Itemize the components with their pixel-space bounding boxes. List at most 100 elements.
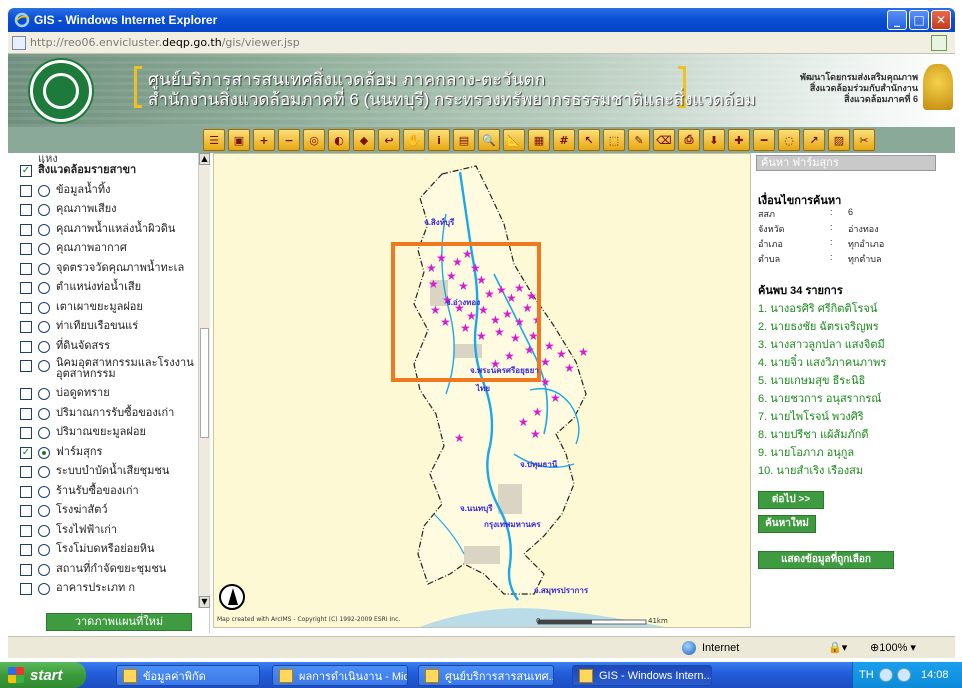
layer-checkbox[interactable] [20, 282, 32, 294]
layer-item[interactable]: จุดตรวจวัดคุณภาพน้ำทะเล [20, 261, 184, 279]
legend-icon[interactable]: ▣ [228, 129, 250, 151]
taskbar-item[interactable]: GIS - Windows Intern... [572, 665, 712, 686]
result-link[interactable]: 6. นายชวการ อนุสรากรณ์ [758, 389, 882, 407]
layer-radio[interactable] [38, 301, 50, 314]
layer-item[interactable]: ร้านรับซื้อของเก่า [20, 484, 139, 502]
url-text[interactable]: http://reo06.envicluster.deqp.go.th/gis/… [30, 36, 300, 49]
layer-radio[interactable] [38, 485, 50, 498]
pig-farm-marker[interactable]: ★ [518, 415, 529, 429]
show-selected-button[interactable]: แสดงข้อมูลที่ถูกเลือก [758, 551, 894, 569]
taskbar-item[interactable]: ข้อมูลค่าพิกัด [116, 665, 260, 686]
layer-checkbox[interactable] [20, 388, 32, 400]
layer-item[interactable]: นิคมอุตสาหกรรมและโรงงานอุตสาหกรรม [20, 358, 198, 380]
route-icon[interactable]: ↗ [803, 129, 825, 151]
layer-item[interactable]: ตำแหน่งท่อน้ำเสีย [20, 280, 141, 298]
buffer-icon[interactable]: ◌ [778, 129, 800, 151]
result-link[interactable]: 4. นายจิ๋ว แสงวิภาคนภาพร [758, 353, 886, 371]
export-icon[interactable]: ⬇ [703, 129, 725, 151]
refresh-icon[interactable] [931, 35, 947, 51]
result-link[interactable]: 8. นายปรีชา แผ้ส้มภักดี [758, 425, 869, 443]
print-icon[interactable]: ⎙ [678, 129, 700, 151]
list-icon[interactable]: ☰ [203, 129, 225, 151]
layer-checkbox[interactable] [20, 427, 32, 439]
minimize-button[interactable]: _ [887, 10, 907, 30]
layer-item[interactable]: โรงฆ่าสัตว์ [20, 503, 108, 521]
volume-icon[interactable] [897, 668, 911, 682]
result-link[interactable]: 7. นายไพโรจน์ พวงศิริ [758, 407, 864, 425]
layer-item[interactable]: คุณภาพอากาศ [20, 241, 127, 259]
layer-checkbox[interactable] [20, 184, 32, 197]
layer-checkbox[interactable] [20, 262, 32, 275]
layer-checkbox[interactable] [20, 204, 32, 216]
scroll-down-icon[interactable]: ▼ [199, 596, 210, 608]
pig-farm-marker[interactable]: ★ [550, 391, 561, 405]
layer-scrollbar[interactable]: ▲ ▼ [198, 153, 210, 608]
pig-farm-marker[interactable]: ★ [530, 427, 541, 441]
identify-icon[interactable]: i [428, 129, 450, 151]
add-line-icon[interactable]: ━ [753, 129, 775, 151]
layer-checkbox[interactable] [20, 544, 32, 556]
layer-radio[interactable] [38, 427, 50, 439]
layer-item[interactable]: ท่าเทียบเรือขนแร่ [20, 319, 138, 337]
select-icon[interactable]: ↖ [578, 129, 600, 151]
measure-icon[interactable]: 📐 [503, 129, 525, 151]
maximize-button[interactable]: □ [909, 10, 929, 30]
next-button[interactable]: ต่อไป >> [758, 491, 824, 509]
layer-radio[interactable] [38, 223, 50, 236]
layer-checkbox[interactable] [20, 505, 32, 517]
layer-radio[interactable] [38, 505, 50, 517]
result-link[interactable]: 9. นายโอภาภ อนุกูล [758, 443, 854, 461]
layer-item[interactable]: ที่ดินจัดสรร [20, 339, 110, 357]
layer-checkbox[interactable] [20, 223, 32, 236]
layer-checkbox[interactable] [20, 243, 32, 255]
layer-radio[interactable] [38, 282, 50, 294]
layer-radio[interactable] [38, 583, 50, 595]
layer-item[interactable]: ✓ ฟาร์มสุกร [20, 445, 102, 463]
result-link[interactable]: 2. นายธงชัย ฉัตรเจริญพร [758, 317, 879, 335]
pig-farm-marker[interactable]: ★ [540, 355, 551, 369]
close-button[interactable]: ✕ [931, 10, 951, 30]
result-link[interactable]: 1. นางอรศิริ ศรีกิตติโรจน์ [758, 299, 877, 317]
zoom-layer-icon[interactable]: ◐ [328, 129, 350, 151]
layer-item[interactable]: สถานที่กำจัดขยะชุมชน [20, 562, 166, 580]
layer-radio[interactable] [38, 466, 50, 478]
pig-farm-marker[interactable]: ★ [564, 361, 575, 375]
layer-radio[interactable] [38, 262, 50, 275]
scroll-thumb[interactable] [200, 328, 209, 438]
back-icon[interactable]: ↩ [378, 129, 400, 151]
layer-checkbox[interactable] [20, 301, 32, 314]
pan-icon[interactable]: ✋ [403, 129, 425, 151]
layer-radio[interactable] [38, 388, 50, 400]
layer-radio[interactable] [38, 544, 50, 556]
layer-checkbox[interactable] [20, 407, 32, 420]
layer-item[interactable]: ปริมาณขยะมูลฝอย [20, 425, 146, 443]
layer-checkbox[interactable] [20, 524, 32, 537]
layer-radio[interactable] [38, 360, 50, 372]
layer-radio[interactable] [38, 340, 50, 353]
layer-radio[interactable] [38, 204, 50, 216]
zoom-in-icon[interactable]: + [253, 129, 275, 151]
layer-checkbox[interactable]: ✓ [20, 165, 32, 177]
grid-icon[interactable]: # [553, 129, 575, 151]
map-view[interactable]: ★ ★ ★ ★ ★ ★ ★ ★ ★ ★ ★ ★ ★ ★ ★ ★ ★ ★ ★ ★ ★ ★ ★ ★ ★ ★ ★ ★ ★ ★ ★ ★ ★ ★ ★ ★ ★ ★ ★ ★… [213, 153, 751, 628]
layer-item[interactable]: ระบบบำบัดน้ำเสียชุมชน [20, 464, 169, 482]
layer-checkbox[interactable] [20, 340, 32, 353]
layer-radio[interactable] [38, 321, 50, 333]
pig-farm-marker[interactable]: ★ [578, 345, 589, 359]
layer-radio[interactable] [38, 563, 50, 576]
erase-icon[interactable]: ✎ [628, 129, 650, 151]
layer-radio[interactable] [38, 407, 50, 420]
taskbar-item[interactable]: ผลการดำเนินงาน - Mic... [272, 665, 408, 686]
network-icon[interactable] [879, 668, 893, 682]
layer-item[interactable]: อาคารประเภท ก [20, 581, 135, 599]
protected-mode-icon[interactable]: 🔒▾ [828, 641, 847, 654]
layer-item[interactable]: เตาเผาขยะมูลฝอย [20, 300, 143, 318]
layer-item[interactable]: โรงไฟฟ้าเก่า [20, 523, 117, 541]
find-icon[interactable]: 🔍 [478, 129, 500, 151]
layer-checkbox[interactable] [20, 360, 32, 372]
window-title-bar[interactable]: GIS - Windows Internet Explorer _ □ ✕ [8, 8, 955, 32]
layer-radio[interactable] [38, 524, 50, 537]
layer-checkbox[interactable] [20, 466, 32, 478]
layer-item[interactable]: ข้อมูลน้ำทิ้ง [20, 183, 110, 201]
redraw-map-button[interactable]: วาดภาพแผนที่ใหม่ [46, 613, 192, 631]
